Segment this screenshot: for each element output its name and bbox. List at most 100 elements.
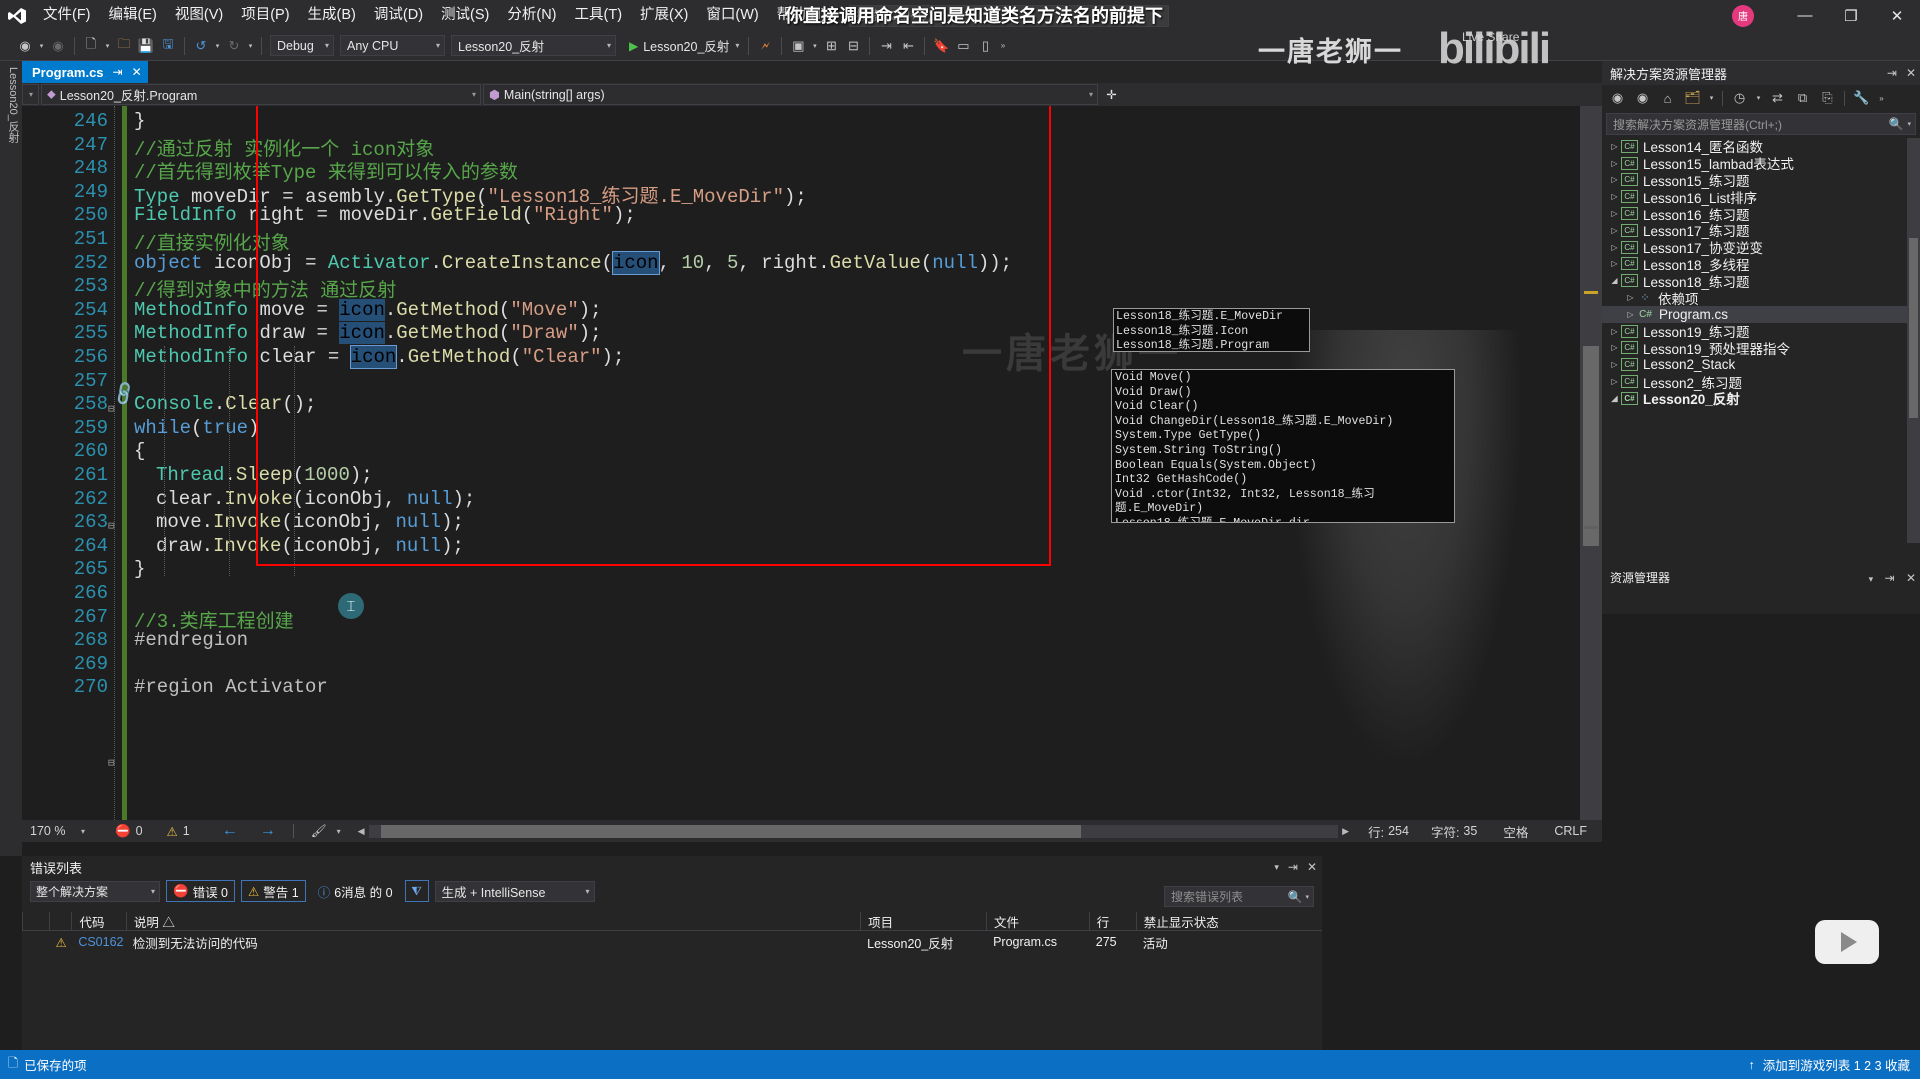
- code-line[interactable]: #endregion: [134, 629, 248, 651]
- startup-project-dropdown[interactable]: Lesson20_反射 ▾: [451, 35, 616, 56]
- error-code-link[interactable]: CS0162: [71, 935, 125, 949]
- column-header[interactable]: 项目: [860, 911, 986, 931]
- member-scope-dropdown[interactable]: ⬢ Main(string[] args) ▾: [483, 84, 1098, 105]
- navigate-forward-icon[interactable]: →: [255, 821, 281, 841]
- pending-history-icon[interactable]: ◷: [1728, 87, 1751, 109]
- collapse-region-icon[interactable]: ⊟: [108, 402, 115, 416]
- chevron-collapsed-icon[interactable]: ▷: [1608, 226, 1621, 235]
- live-preview-icon[interactable]: ▣: [787, 34, 809, 58]
- tree-item-lesson20_[interactable]: ◢ C# Lesson20_反射: [1602, 390, 1920, 407]
- code-line[interactable]: object iconObj = Activator.CreateInstanc…: [134, 250, 1012, 275]
- video-play-button[interactable]: [1815, 920, 1879, 964]
- collapse-all-icon[interactable]: ⧉: [1791, 87, 1814, 109]
- eol-label[interactable]: CRLF: [1549, 821, 1592, 841]
- chevron-collapsed-icon[interactable]: ▷: [1608, 142, 1621, 151]
- collapse-region-icon[interactable]: ⊟: [108, 519, 115, 533]
- chevron-collapsed-icon[interactable]: ▷: [1608, 159, 1621, 168]
- pin-icon[interactable]: ⇥: [1885, 571, 1895, 585]
- search-icon[interactable]: 🔍: [1288, 890, 1303, 904]
- sync-icon[interactable]: ⇄: [1766, 87, 1789, 109]
- code-line[interactable]: move.Invoke(iconObj, null);: [156, 511, 464, 533]
- chevron-down-icon[interactable]: ▾: [1753, 87, 1764, 109]
- indent-increase-icon[interactable]: ⇥: [875, 34, 897, 58]
- uncomment-icon[interactable]: ▯: [974, 34, 996, 58]
- column-header[interactable]: 说明 △: [125, 911, 860, 931]
- indent-decrease-icon[interactable]: ⇤: [897, 34, 919, 58]
- column-header[interactable]: 禁止显示状态: [1135, 911, 1322, 931]
- undo-icon[interactable]: ↺: [190, 34, 212, 58]
- format-brush-icon[interactable]: 🖌: [306, 821, 332, 841]
- navigate-back-icon[interactable]: ←: [217, 821, 243, 841]
- chevron-collapsed-icon[interactable]: ▷: [1608, 175, 1621, 184]
- brush-chevron-icon[interactable]: ▾: [332, 821, 346, 841]
- home-icon[interactable]: ⌂: [1656, 87, 1679, 109]
- menu-debug[interactable]: 调试(D): [365, 0, 432, 31]
- code-line[interactable]: }: [134, 110, 145, 132]
- code-line[interactable]: #region Activator: [134, 676, 328, 698]
- solution-tree[interactable]: ▷ C# Lesson14_匿名函数 ▷ C# Lesson15_lambad表达式 ▷ C#…: [1602, 138, 1920, 543]
- menu-tools[interactable]: 工具(T): [566, 0, 632, 31]
- start-debugging-button[interactable]: ▶ Lesson20_反射 ▾: [625, 35, 743, 57]
- tab-program-cs[interactable]: Program.cs ⇥ ✕: [22, 61, 148, 83]
- search-icon[interactable]: 🔍: [1889, 117, 1904, 131]
- menu-test[interactable]: 测试(S): [432, 0, 498, 31]
- overflow-icon[interactable]: »: [1875, 87, 1888, 109]
- chevron-collapsed-icon[interactable]: ▷: [1624, 293, 1637, 302]
- chevron-collapsed-icon[interactable]: ▷: [1608, 360, 1621, 369]
- tree-item-[interactable]: ▷ ⁘ 依赖项: [1602, 289, 1920, 307]
- back-icon[interactable]: ◉: [1606, 87, 1629, 109]
- toolbar-overflow-icon[interactable]: »: [996, 34, 1009, 58]
- table-row[interactable]: ⚠ CS0162 检测到无法访问的代码 Lesson20_反射 Program.cs 27…: [22, 932, 1322, 952]
- chevron-collapsed-icon[interactable]: ▷: [1608, 192, 1621, 201]
- redo-icon[interactable]: ↻: [223, 34, 245, 58]
- tree-item-lesson19_[interactable]: ▷ C# Lesson19_预处理器指令: [1602, 340, 1920, 357]
- comment-icon[interactable]: ▭: [952, 34, 974, 58]
- close-icon[interactable]: ✕: [132, 65, 142, 79]
- column-header[interactable]: 行: [1088, 911, 1136, 931]
- column-header[interactable]: 代码: [71, 911, 125, 931]
- menu-analyze[interactable]: 分析(N): [498, 0, 565, 31]
- pin-icon[interactable]: ⇥: [113, 65, 123, 79]
- close-button[interactable]: ✕: [1874, 0, 1920, 31]
- code-line[interactable]: clear.Invoke(iconObj, null);: [156, 488, 475, 510]
- code-line[interactable]: {: [134, 440, 145, 462]
- select-element-icon[interactable]: ⊞: [820, 34, 842, 58]
- configuration-dropdown[interactable]: Debug ▾: [270, 35, 334, 56]
- code-line[interactable]: draw.Invoke(iconObj, null);: [156, 535, 464, 557]
- navigate-forward-icon[interactable]: ◉: [47, 34, 69, 58]
- solution-tree-scrollbar[interactable]: [1907, 138, 1920, 543]
- show-all-files-icon[interactable]: ⎘: [1816, 87, 1839, 109]
- chevron-down-icon[interactable]: ▾: [1907, 120, 1911, 128]
- chevron-collapsed-icon[interactable]: ▷: [1608, 343, 1621, 352]
- code-line[interactable]: while(true): [134, 417, 259, 439]
- close-icon[interactable]: ✕: [1906, 571, 1916, 585]
- compare-icon[interactable]: ⊟: [842, 34, 864, 58]
- zoom-chevron-icon[interactable]: ▾: [76, 821, 90, 841]
- chevron-collapsed-icon[interactable]: ▷: [1608, 259, 1621, 268]
- menu-build[interactable]: 生成(B): [299, 0, 365, 31]
- platform-dropdown[interactable]: Any CPU ▾: [340, 35, 445, 56]
- chevron-down-icon[interactable]: ▾: [1274, 862, 1279, 873]
- menu-window[interactable]: 窗口(W): [697, 0, 767, 31]
- errors-toggle-button[interactable]: ⛔ 错误 0: [166, 880, 236, 902]
- new-item-caret-icon[interactable]: ▾: [102, 34, 113, 58]
- column-header[interactable]: 文件: [986, 911, 1089, 931]
- tree-item-lesson18_[interactable]: ◢ C# Lesson18_练习题: [1602, 272, 1920, 290]
- code-line[interactable]: MethodInfo draw = icon.GetMethod("Draw")…: [134, 322, 602, 345]
- forward-icon[interactable]: ◉: [1631, 87, 1654, 109]
- maximize-button[interactable]: ❐: [1828, 0, 1874, 31]
- preview-caret-icon[interactable]: ▾: [809, 34, 820, 58]
- warnings-toggle-button[interactable]: ⚠ 警告 1: [241, 880, 306, 902]
- menu-edit[interactable]: 编辑(E): [100, 0, 166, 31]
- close-icon[interactable]: ✕: [1307, 860, 1317, 874]
- code-line[interactable]: Thread.Sleep(1000);: [156, 464, 373, 486]
- bookmark-icon[interactable]: 🔖: [930, 34, 952, 58]
- code-line[interactable]: MethodInfo clear = icon.GetMethod("Clear…: [134, 345, 624, 369]
- code-line[interactable]: }: [134, 558, 145, 580]
- solution-explorer-search-input[interactable]: 搜索解决方案资源管理器(Ctrl+;) 🔍 ▾: [1606, 113, 1916, 135]
- error-list-search-input[interactable]: 搜索错误列表 🔍 ▾: [1164, 886, 1314, 907]
- menu-view[interactable]: 视图(V): [166, 0, 232, 31]
- build-filter-dropdown[interactable]: 生成 + IntelliSense ▾: [434, 880, 595, 902]
- chevron-collapsed-icon[interactable]: ▷: [1608, 327, 1621, 336]
- split-editor-icon[interactable]: ✛: [1100, 84, 1122, 105]
